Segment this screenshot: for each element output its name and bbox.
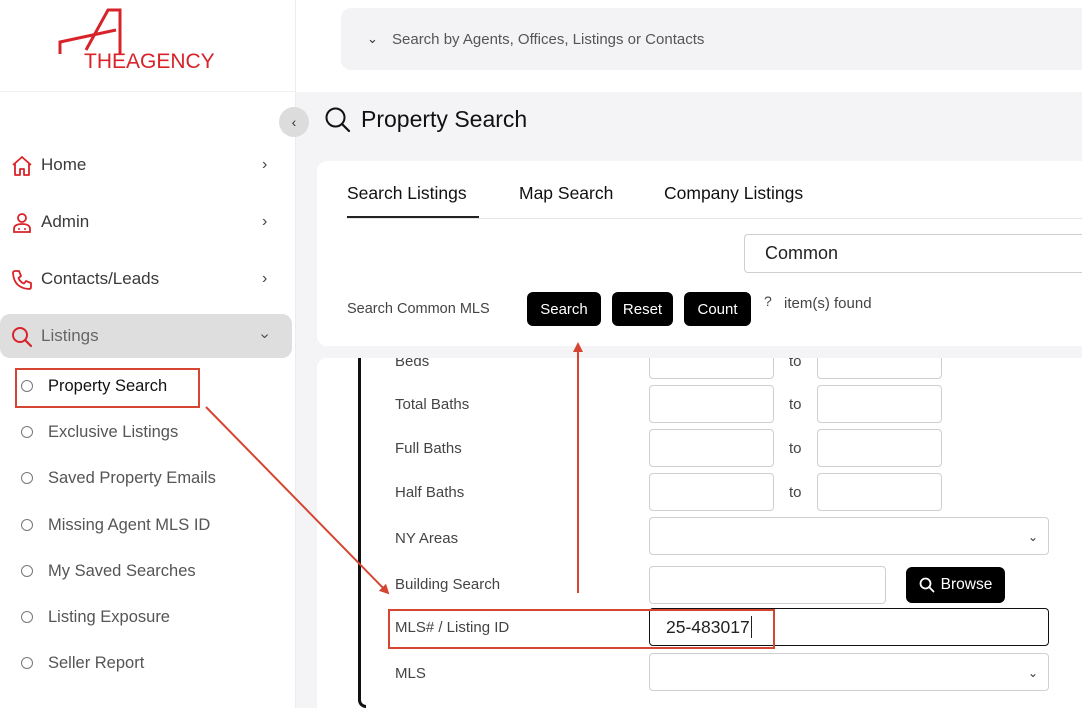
- search-icon: [12, 327, 33, 348]
- browse-button[interactable]: Browse: [906, 567, 1005, 603]
- sidebar-item-label: Listings: [41, 326, 99, 345]
- sidebar: THEAGENCY Home › Admin › Contacts/Leads …: [0, 0, 296, 708]
- subitem-missing-agent-mls-id[interactable]: Missing Agent MLS ID: [0, 510, 290, 540]
- half-baths-max-input[interactable]: [817, 473, 942, 511]
- ny-areas-select[interactable]: ⌄: [649, 517, 1049, 555]
- chevron-down-icon[interactable]: ⌄: [367, 31, 378, 47]
- subitem-label: Property Search: [48, 376, 168, 395]
- subitem-saved-property-emails[interactable]: Saved Property Emails: [0, 463, 290, 493]
- full-baths-max-input[interactable]: [817, 429, 942, 467]
- subitem-label: Missing Agent MLS ID: [48, 515, 211, 534]
- subitem-label: Listing Exposure: [48, 607, 170, 626]
- logo-area: THEAGENCY: [0, 0, 296, 92]
- building-search-label: Building Search: [395, 576, 501, 593]
- sidebar-item-home[interactable]: Home ›: [0, 143, 292, 187]
- search-icon: [919, 577, 935, 593]
- beds-label: Beds: [395, 358, 430, 370]
- chevron-right-icon: ›: [262, 270, 268, 287]
- full-baths-min-input[interactable]: [649, 429, 774, 467]
- sidebar-item-label: Home: [41, 155, 87, 174]
- tab-active-indicator: [347, 216, 479, 218]
- mls-label: MLS: [395, 665, 426, 682]
- topbar: ⌄ Search by Agents, Offices, Listings or…: [296, 0, 1082, 92]
- tab-map-search[interactable]: Map Search: [519, 183, 613, 204]
- phone-icon: [12, 270, 32, 290]
- search-placeholder: Search by Agents, Offices, Listings or C…: [392, 30, 705, 48]
- to-text: to: [789, 358, 802, 370]
- to-text: to: [789, 484, 802, 501]
- ny-areas-label: NY Areas: [395, 530, 459, 547]
- search-icon: [325, 107, 351, 133]
- tab-search-listings[interactable]: Search Listings: [347, 183, 467, 204]
- subitem-label: Exclusive Listings: [48, 422, 179, 441]
- count-value: ?: [764, 293, 772, 309]
- text-cursor: [750, 616, 752, 638]
- total-baths-label: Total Baths: [395, 396, 470, 413]
- main-content: Property Search Search Listings Map Sear…: [296, 92, 1082, 708]
- sidebar-item-listings[interactable]: Listings ›: [0, 314, 292, 358]
- sidebar-item-contacts[interactable]: Contacts/Leads ›: [0, 257, 292, 301]
- search-panel: Search Listings Map Search Company Listi…: [317, 161, 1082, 346]
- home-icon: [12, 156, 32, 176]
- radio-dot-icon: [21, 611, 33, 623]
- sidebar-item-label: Contacts/Leads: [41, 269, 160, 288]
- half-baths-min-input[interactable]: [649, 473, 774, 511]
- sidebar-item-admin[interactable]: Admin ›: [0, 200, 292, 244]
- chevron-right-icon: ›: [262, 156, 268, 173]
- subitem-label: Seller Report: [48, 653, 145, 672]
- subitem-seller-report[interactable]: Seller Report: [0, 648, 290, 678]
- to-text: to: [789, 396, 802, 413]
- beds-max-input[interactable]: [817, 358, 942, 379]
- tab-company-listings[interactable]: Company Listings: [664, 183, 803, 204]
- subitem-my-saved-searches[interactable]: My Saved Searches: [0, 556, 290, 586]
- collapse-sidebar-button[interactable]: ‹: [279, 107, 309, 137]
- radio-dot-icon: [21, 380, 33, 392]
- radio-dot-icon: [21, 472, 33, 484]
- building-search-input[interactable]: [649, 566, 886, 604]
- subitem-label: My Saved Searches: [48, 561, 196, 580]
- global-search-input[interactable]: ⌄ Search by Agents, Offices, Listings or…: [341, 8, 1082, 70]
- mls-id-value: 25-483017: [666, 616, 750, 637]
- sidebar-item-label: Admin: [41, 212, 90, 231]
- subitem-label: Saved Property Emails: [48, 468, 216, 487]
- radio-dot-icon: [21, 426, 33, 438]
- found-text: item(s) found: [784, 295, 872, 312]
- radio-dot-icon: [21, 565, 33, 577]
- half-baths-label: Half Baths: [395, 484, 465, 501]
- chevron-down-icon: ⌄: [1027, 666, 1038, 680]
- search-button[interactable]: Search: [527, 292, 601, 326]
- chevron-down-icon: ⌄: [1027, 530, 1038, 544]
- search-form: Beds to Total Baths to Full Baths to Hal…: [317, 358, 1082, 708]
- page-title: Property Search: [361, 106, 528, 132]
- full-baths-label: Full Baths: [395, 440, 462, 457]
- chevron-down-icon: ›: [256, 333, 274, 339]
- count-button[interactable]: Count: [684, 292, 751, 326]
- search-mls-label: Search Common MLS: [347, 301, 490, 317]
- reset-button[interactable]: Reset: [612, 292, 673, 326]
- radio-dot-icon: [21, 657, 33, 669]
- subitem-property-search[interactable]: Property Search: [0, 371, 290, 401]
- browse-label: Browse: [940, 576, 993, 593]
- subitem-listing-exposure[interactable]: Listing Exposure: [0, 602, 290, 632]
- total-baths-min-input[interactable]: [649, 385, 774, 423]
- radio-dot-icon: [21, 519, 33, 531]
- mls-select[interactable]: ⌄: [649, 653, 1049, 691]
- admin-icon: [13, 213, 31, 233]
- beds-min-input[interactable]: [649, 358, 774, 379]
- logo-text: THEAGENCY: [84, 50, 215, 73]
- to-text: to: [789, 440, 802, 457]
- mls-source-select[interactable]: Common: [744, 234, 1082, 273]
- mls-id-input[interactable]: 25-483017: [649, 608, 1049, 646]
- subitem-exclusive-listings[interactable]: Exclusive Listings: [0, 417, 290, 447]
- total-baths-max-input[interactable]: [817, 385, 942, 423]
- mls-id-label: MLS# / Listing ID: [395, 619, 510, 636]
- form-border: [358, 358, 366, 708]
- tab-divider: [347, 218, 1082, 219]
- chevron-right-icon: ›: [262, 213, 268, 230]
